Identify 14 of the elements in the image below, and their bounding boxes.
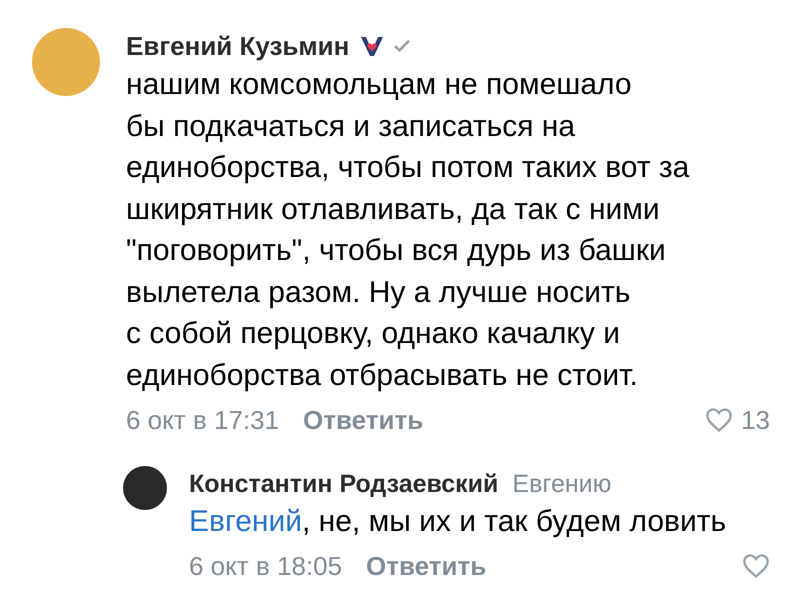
like-count: 13 (741, 404, 770, 436)
author-name[interactable]: Константин Родзаевский (189, 470, 498, 498)
comment-date: 6 окт в 17:31 (126, 404, 280, 436)
reply-to-label[interactable]: Евгению (512, 470, 612, 498)
comment-text: нашим комсомольцам не помешало бы подкачаться и записаться на единоборства, чтобы потом таких вот за шкирятник отлавливать, да так с ними "поговорить", чтобы вся дурь из башки вылетела разом. Ну а лучше носить с собой перцовку, однако качалку и единоборства отбрасывать не стоит. (126, 67, 690, 394)
mention-link[interactable]: Евгений (189, 505, 302, 538)
reply-link[interactable]: Ответить (366, 550, 486, 582)
comment-date: 6 окт в 18:05 (189, 550, 342, 582)
comment-text: Евгений, не, мы их и так будем ловить (189, 504, 728, 540)
reply-link[interactable]: Ответить (303, 404, 424, 436)
author-name[interactable]: Евгений Кузьмин (126, 30, 350, 62)
heart-icon[interactable] (742, 553, 770, 579)
heart-icon[interactable] (705, 407, 734, 433)
avatar[interactable] (123, 466, 167, 510)
